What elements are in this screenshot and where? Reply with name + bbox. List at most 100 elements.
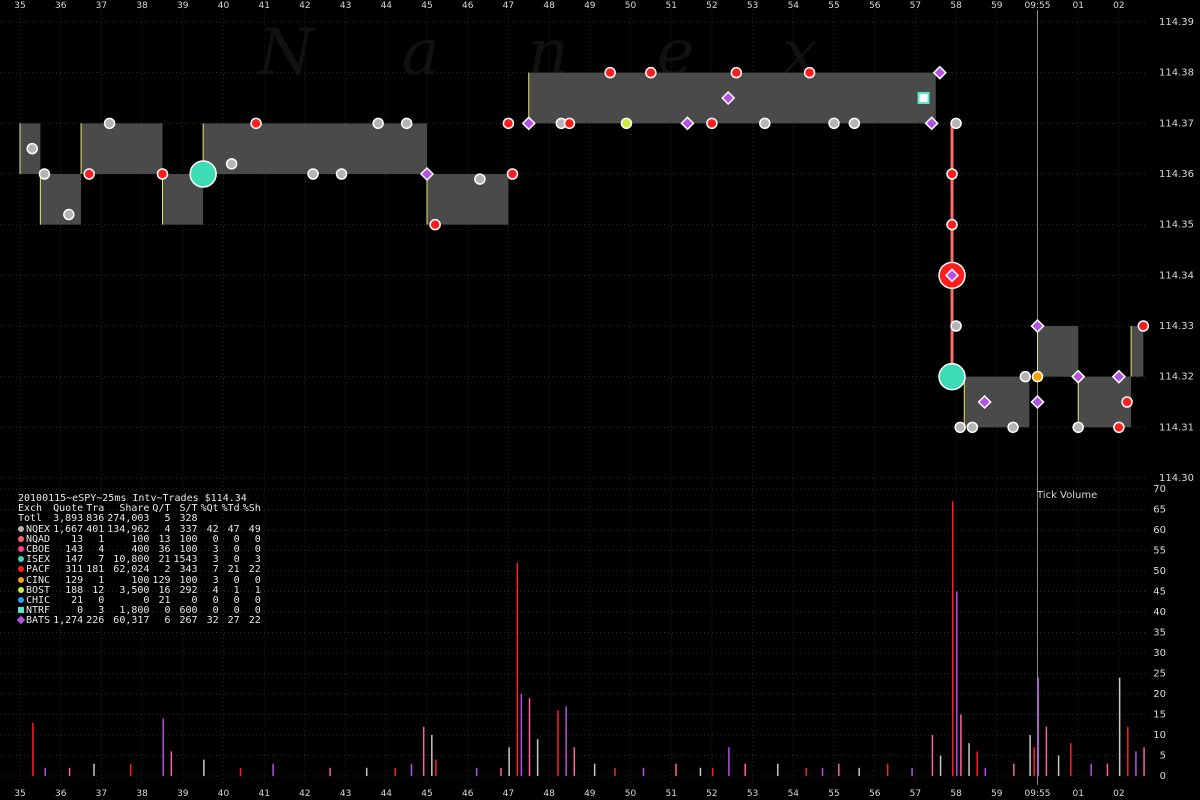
trade-marker xyxy=(730,66,743,79)
exchange-color-icon xyxy=(18,586,24,593)
volume-tick-label: 20 xyxy=(1153,689,1166,700)
trade-marker xyxy=(38,168,51,180)
price-tick-label: 114.39 xyxy=(1159,17,1194,28)
trade-marker xyxy=(400,117,413,130)
x-tick-label: 59 xyxy=(991,789,1003,799)
volume-bar xyxy=(777,763,779,776)
price-tick-label: 114.30 xyxy=(1159,473,1194,484)
price-tick-label: 114.37 xyxy=(1159,118,1194,129)
x-axis-top: 35 36 37 38 39 40 41 42 43 44 45 46 47 48 49 50 51 52 53 54… xyxy=(14,1,1124,11)
x-tick-label: 54 xyxy=(788,789,800,799)
price-tick-label: 114.36 xyxy=(1159,169,1194,180)
volume-bar xyxy=(68,767,71,776)
x-tick-label: 39 xyxy=(177,789,189,799)
trade-marker xyxy=(803,66,816,79)
x-tick-label: 41 xyxy=(258,789,269,799)
volume-tick-label: 10 xyxy=(1153,730,1166,741)
trade-marker xyxy=(250,117,262,130)
volume-title: Tick Volume xyxy=(1036,490,1097,501)
x-tick-label: 01 xyxy=(1072,789,1083,799)
x-tick-label: 51 xyxy=(665,789,676,799)
exchange-color-icon xyxy=(16,616,26,625)
stats-cell: 267 xyxy=(179,615,198,627)
stats-cell: 0 xyxy=(98,595,105,607)
nbbo-band xyxy=(40,174,82,225)
trade-marker xyxy=(1019,370,1032,383)
volume-tick-label: 70 xyxy=(1153,484,1166,495)
volume-bar xyxy=(329,767,331,776)
trade-marker xyxy=(759,117,771,130)
exchange-color-icon xyxy=(18,546,24,553)
x-tick-label: 46 xyxy=(462,789,474,799)
x-tick-label: 09:55 xyxy=(1025,789,1051,799)
trade-marker xyxy=(848,117,861,130)
trade-marker xyxy=(103,117,116,130)
trade-marker xyxy=(954,421,966,434)
volume-bar xyxy=(911,767,913,776)
trade-marker xyxy=(1113,421,1125,434)
x-tick-label: 58 xyxy=(950,789,962,799)
trade-marker xyxy=(83,168,95,180)
volume-bar xyxy=(573,747,576,776)
price-tick-label: 114.34 xyxy=(1159,270,1194,281)
x-tick-label: 59 xyxy=(991,1,1003,11)
x-tick-label: 42 xyxy=(299,1,310,11)
volume-bar xyxy=(431,735,433,776)
x-tick-label: 52 xyxy=(706,1,717,11)
stats-row: BOST 188 12 3,500 16 292 4 1 1 xyxy=(16,584,264,596)
volume-bar xyxy=(410,763,413,776)
trade-marker xyxy=(946,168,958,180)
x-tick-label: 44 xyxy=(381,1,393,11)
volume-bar xyxy=(744,763,746,776)
trade-marker xyxy=(828,117,840,130)
trade-marker xyxy=(335,168,348,180)
volume-axis: 0 5 10 15 20 25 30 35 40 45 50 55 60 65 70 xyxy=(1153,484,1166,782)
x-tick-label: 49 xyxy=(584,1,596,11)
x-tick-label: 42 xyxy=(299,789,310,799)
x-tick-label: 02 xyxy=(1113,789,1124,799)
stats-cell: 1 xyxy=(98,533,105,545)
trade-marker xyxy=(563,117,576,130)
volume-bar xyxy=(728,747,730,776)
volume-tick-label: 35 xyxy=(1153,628,1166,639)
x-tick-label: 53 xyxy=(747,789,758,799)
trade-marker xyxy=(1007,421,1019,434)
x-tick-label: 35 xyxy=(14,1,25,11)
volume-bar xyxy=(699,767,702,776)
stats-cell: 12 xyxy=(92,584,105,596)
stats-cell: 21 xyxy=(158,595,171,607)
stats-cell: 5 xyxy=(164,513,171,525)
volume-bar xyxy=(44,767,46,776)
x-tick-label: 02 xyxy=(1113,1,1124,11)
volume-bar xyxy=(1127,726,1129,776)
trade-marker xyxy=(372,117,384,130)
x-tick-label: 40 xyxy=(218,789,230,799)
volume-bar xyxy=(1057,755,1060,776)
x-tick-label: 50 xyxy=(625,789,637,799)
volume-bar xyxy=(162,718,164,776)
volume-tick-label: 45 xyxy=(1153,587,1166,598)
price-tick-label: 114.35 xyxy=(1159,220,1194,231)
x-tick-label: 44 xyxy=(381,789,393,799)
trade-marker xyxy=(474,173,486,185)
x-tick-label: 36 xyxy=(55,1,67,11)
volume-bar xyxy=(475,767,478,776)
trade-marker xyxy=(645,66,657,79)
volume-bar xyxy=(520,694,523,776)
volume-bar xyxy=(422,726,425,776)
trade-marker xyxy=(966,421,979,434)
x-tick-label: 53 xyxy=(747,1,758,11)
volume-bar xyxy=(593,763,596,776)
stats-header-cell: Q/T xyxy=(152,503,171,515)
volume-bar xyxy=(858,767,860,776)
price-tick-label: 114.33 xyxy=(1159,321,1194,332)
volume-bar xyxy=(557,710,559,776)
x-tick-label: 41 xyxy=(258,1,269,11)
exchange-color-icon xyxy=(18,597,24,604)
x-tick-label: 36 xyxy=(55,789,67,799)
exchange-color-icon xyxy=(18,525,24,532)
trade-marker xyxy=(604,66,616,79)
volume-bar xyxy=(1045,726,1048,776)
volume-bar xyxy=(32,722,34,776)
stats-cell: 27 xyxy=(227,615,240,627)
